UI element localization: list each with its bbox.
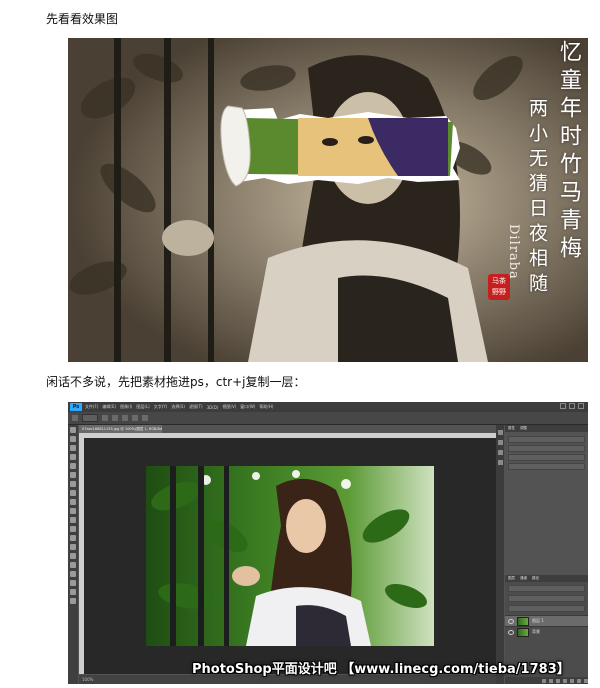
mask-icon[interactable] (556, 678, 560, 683)
hand-icon[interactable] (70, 589, 76, 595)
folder-icon[interactable] (570, 678, 574, 683)
shape-icon[interactable] (70, 580, 76, 586)
panel-dock (496, 425, 504, 684)
type-icon[interactable] (70, 562, 76, 568)
crop-icon[interactable] (70, 463, 76, 469)
blend-mode-select[interactable] (508, 595, 585, 602)
step-caption: 闲话不多说，先把素材拖进ps，ctr+j复制一层： (46, 375, 306, 389)
poem-line-2: 两小无猜日夜相随 (526, 98, 548, 298)
minimize-icon[interactable] (560, 403, 566, 409)
layer-thumbnail (517, 627, 529, 637)
ps-logo: Ps (70, 403, 82, 411)
layers-footer (505, 677, 588, 684)
menu-file[interactable]: 文件(F) (85, 404, 98, 410)
adjustment-icon[interactable] (563, 678, 567, 683)
align-icon[interactable] (102, 415, 108, 421)
property-field[interactable] (508, 454, 585, 461)
tab-properties[interactable]: 属性 (508, 425, 515, 432)
quick-select-icon[interactable] (70, 454, 76, 460)
signature-text: Dilraba (506, 224, 521, 280)
eyedropper-icon[interactable] (70, 472, 76, 478)
layers-panel-header: 图层 通道 路径 (505, 575, 588, 582)
marquee-icon[interactable] (70, 436, 76, 442)
close-icon[interactable] (578, 403, 584, 409)
menu-filter[interactable]: 滤镜(T) (189, 404, 203, 410)
tab-channels[interactable]: 通道 (520, 575, 527, 582)
properties-panel-header: 属性 调整 (505, 425, 588, 432)
property-field[interactable] (508, 463, 585, 470)
auto-select-dropdown[interactable] (82, 414, 98, 422)
photoshop-window: Ps 文件(F) 编辑(E) 图像(I) 图层(L) 文字(Y) 选择(S) 滤… (68, 402, 588, 684)
menu-window[interactable]: 窗口(W) (240, 404, 255, 410)
layer-name: 图层 1 (532, 618, 544, 623)
actions-icon[interactable] (497, 440, 503, 445)
menu-view[interactable]: 视图(V) (222, 404, 236, 410)
layer-row[interactable]: 背景 (505, 626, 588, 637)
trash-icon[interactable] (584, 678, 588, 683)
eraser-icon[interactable] (70, 517, 76, 523)
property-field[interactable] (508, 436, 585, 443)
maximize-icon[interactable] (569, 403, 575, 409)
layer-thumbnail (517, 616, 529, 626)
document-tab[interactable]: 07aec168811155.jpg @ 100%(图层 1, RGB/8#) (79, 425, 162, 433)
zoom-icon[interactable] (70, 598, 76, 604)
distribute-icon[interactable] (142, 415, 148, 421)
history-icon[interactable] (497, 430, 503, 435)
gradient-icon[interactable] (70, 526, 76, 532)
color-icon[interactable] (497, 450, 503, 455)
eye-icon[interactable] (508, 618, 514, 624)
tab-adjust[interactable]: 调整 (520, 425, 527, 432)
poem-line-1: 忆童年时竹马青梅 (556, 40, 581, 264)
stamp-icon[interactable] (70, 499, 76, 505)
window-controls (560, 403, 584, 409)
menu-edit[interactable]: 编辑(E) (102, 404, 116, 410)
right-panels: 属性 调整 图层 通道 路径 图层 1 背景 (505, 425, 588, 684)
watermark-text: PhotoShop平面设计吧 【www.linecg.com/tieba/178… (192, 662, 570, 677)
brush-icon[interactable] (70, 490, 76, 496)
distribute-icon[interactable] (132, 415, 138, 421)
menu-image[interactable]: 图像(I) (120, 404, 132, 410)
pen-icon[interactable] (70, 553, 76, 559)
menu-select[interactable]: 选择(S) (171, 404, 185, 410)
swatches-icon[interactable] (497, 460, 503, 465)
lock-options[interactable] (508, 605, 585, 612)
effect-caption: 先看看效果图 (46, 12, 119, 26)
move-tool-icon[interactable] (72, 415, 78, 421)
link-icon[interactable] (542, 678, 546, 683)
red-seal: 马茶野野 (488, 274, 510, 300)
layer-row[interactable]: 图层 1 (505, 615, 588, 626)
properties-panel-body (505, 432, 588, 474)
healing-icon[interactable] (70, 481, 76, 487)
history-brush-icon[interactable] (70, 508, 76, 514)
lasso-icon[interactable] (70, 445, 76, 451)
layer-filter-field[interactable] (508, 585, 585, 592)
layer-name: 背景 (532, 629, 540, 634)
menu-type[interactable]: 文字(Y) (154, 404, 168, 410)
menu-layer[interactable]: 图层(L) (136, 404, 149, 410)
move-icon[interactable] (70, 427, 76, 433)
new-layer-icon[interactable] (577, 678, 581, 683)
dodge-icon[interactable] (70, 544, 76, 550)
property-field[interactable] (508, 445, 585, 452)
document-photo[interactable] (146, 466, 434, 646)
effect-image: 忆童年时竹马青梅 两小无猜日夜相随 Dilraba 马茶野野 (68, 38, 588, 362)
path-select-icon[interactable] (70, 571, 76, 577)
blur-icon[interactable] (70, 535, 76, 541)
options-bar (68, 412, 588, 425)
menu-bar: Ps 文件(F) 编辑(E) 图像(I) 图层(L) 文字(Y) 选择(S) 滤… (68, 402, 588, 412)
fx-icon[interactable] (549, 678, 553, 683)
effect-illustration (68, 38, 588, 362)
align-icon[interactable] (112, 415, 118, 421)
tab-paths[interactable]: 路径 (532, 575, 539, 582)
photo-illustration (151, 466, 427, 646)
toolbar (68, 425, 78, 684)
tab-layers[interactable]: 图层 (508, 575, 515, 582)
align-icon[interactable] (122, 415, 128, 421)
menu-3d[interactable]: 3D(D) (207, 405, 219, 410)
eye-icon[interactable] (508, 629, 514, 635)
menu-help[interactable]: 帮助(H) (259, 404, 273, 410)
